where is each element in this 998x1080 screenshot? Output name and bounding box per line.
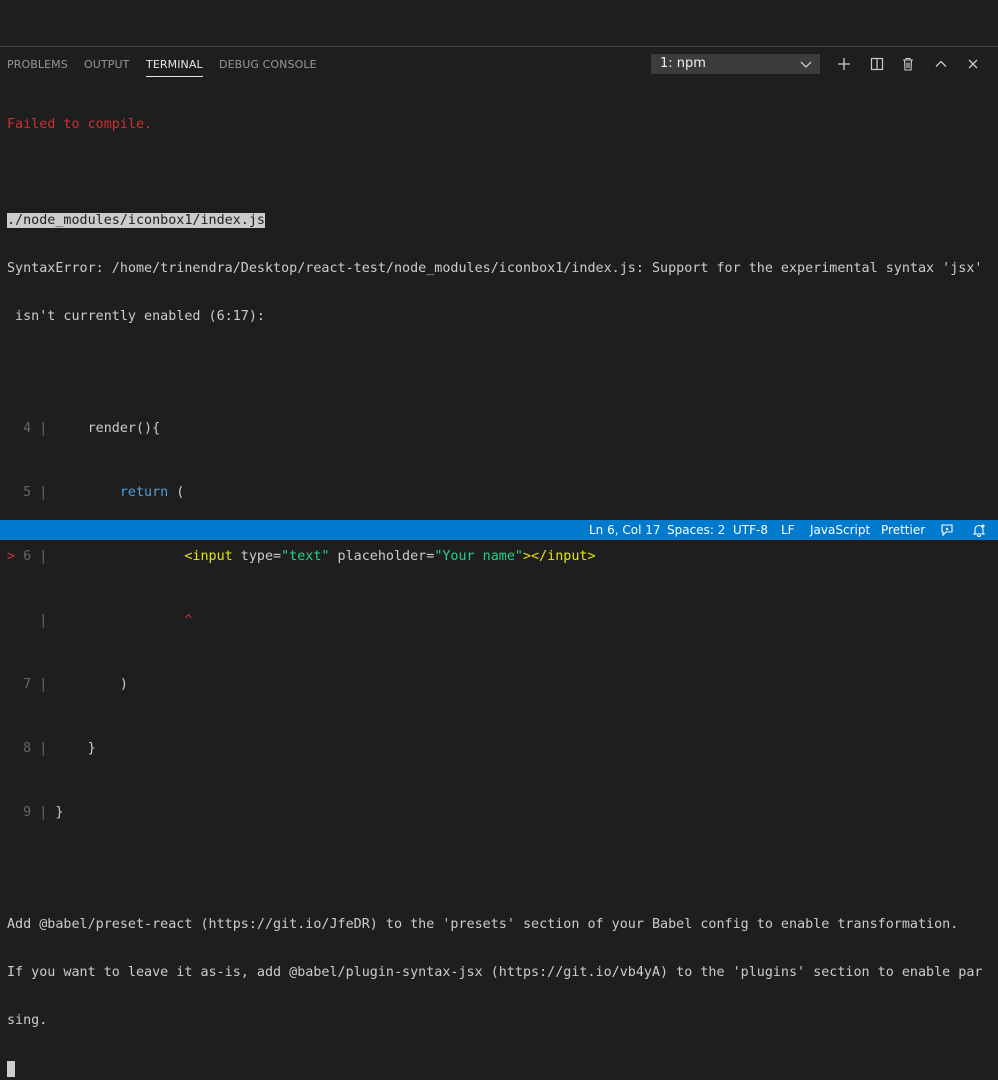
hint-line-2: If you want to leave it as-is, add @babe… [7, 965, 983, 980]
terminal-select-value: 1: npm [660, 56, 706, 71]
editor-area [0, 0, 998, 46]
gutter-bar: | [39, 613, 48, 628]
gutter-bar: | [39, 741, 48, 756]
tab-terminal[interactable]: TERMINAL [146, 58, 203, 77]
caret-line: | ^ [7, 613, 992, 629]
code-line-4: 4 | render(){ [7, 421, 992, 437]
feedback-icon[interactable] [940, 523, 954, 537]
compile-status: Failed to compile. [7, 117, 153, 132]
gutter-bar: | [39, 549, 48, 564]
line-number: 4 [23, 421, 32, 436]
error-message-line-1: SyntaxError: /home/trinendra/Desktop/rea… [7, 261, 983, 276]
split-icon[interactable] [867, 54, 887, 74]
cursor-position[interactable]: Ln 6, Col 17 [589, 520, 661, 540]
bell-icon[interactable] [972, 523, 986, 537]
status-bar: Ln 6, Col 17 Spaces: 2 UTF-8 LF JavaScri… [0, 520, 998, 540]
jsx-attr: placeholder= [329, 549, 435, 564]
file-path-line: ./node_modules/iconbox1/index.js [7, 213, 992, 229]
selected-file-path: ./node_modules/iconbox1/index.js [7, 213, 265, 228]
end-of-line[interactable]: LF [781, 520, 795, 540]
panel-header: PROBLEMS OUTPUT TERMINAL DEBUG CONSOLE 1… [0, 47, 998, 81]
error-marker: > [7, 549, 16, 564]
line-number: 8 [23, 741, 32, 756]
tab-output[interactable]: OUTPUT [84, 58, 129, 71]
tab-debug-console[interactable]: DEBUG CONSOLE [219, 58, 317, 71]
terminal-select[interactable]: 1: npm [651, 54, 820, 74]
jsx-tag-close: ></input> [523, 549, 596, 564]
keyword-return: return [119, 485, 169, 500]
jsx-attr-value: "Your name" [434, 549, 523, 564]
gutter-bar: | [39, 805, 48, 820]
hint-line-1: Add @babel/preset-react (https://git.io/… [7, 917, 959, 932]
tab-problems[interactable]: PROBLEMS [7, 58, 68, 71]
code-text: } [47, 741, 96, 756]
line-number: 7 [23, 677, 32, 692]
error-caret: ^ [184, 613, 193, 628]
encoding[interactable]: UTF-8 [733, 520, 768, 540]
code-line-7: 7 | ) [7, 677, 992, 693]
terminal-cursor [7, 1061, 15, 1077]
jsx-attr-value: "text" [281, 549, 330, 564]
plus-icon[interactable] [834, 54, 854, 74]
indentation[interactable]: Spaces: 2 [667, 520, 725, 540]
chevron-up-icon[interactable] [931, 54, 951, 74]
code-text: render(){ [47, 421, 161, 436]
hint-line-3: sing. [7, 1013, 48, 1028]
code-line-8: 8 | } [7, 741, 992, 757]
jsx-tag-open: <input [184, 549, 233, 564]
line-number: 9 [23, 805, 32, 820]
code-text: ) [47, 677, 128, 692]
jsx-attr: type= [232, 549, 282, 564]
gutter-bar: | [39, 677, 48, 692]
terminal-output[interactable]: Failed to compile. ./node_modules/iconbo… [7, 85, 992, 1080]
prompt-line [7, 1061, 992, 1077]
code-line-6: > 6 | <input type="text" placeholder="Yo… [7, 549, 992, 565]
error-message-line-2: isn't currently enabled (6:17): [7, 309, 265, 324]
close-icon[interactable] [963, 54, 983, 74]
line-number: 5 [23, 485, 32, 500]
chevron-down-icon [800, 54, 812, 74]
line-number: 6 [23, 549, 32, 564]
language-mode[interactable]: JavaScript [810, 520, 870, 540]
code-line-9: 9 | } [7, 805, 992, 821]
formatter[interactable]: Prettier [881, 520, 925, 540]
code-text: } [47, 805, 64, 820]
code-line-5: 5 | return ( [7, 485, 992, 501]
code-text: ( [168, 485, 185, 500]
trash-icon[interactable] [898, 54, 918, 74]
